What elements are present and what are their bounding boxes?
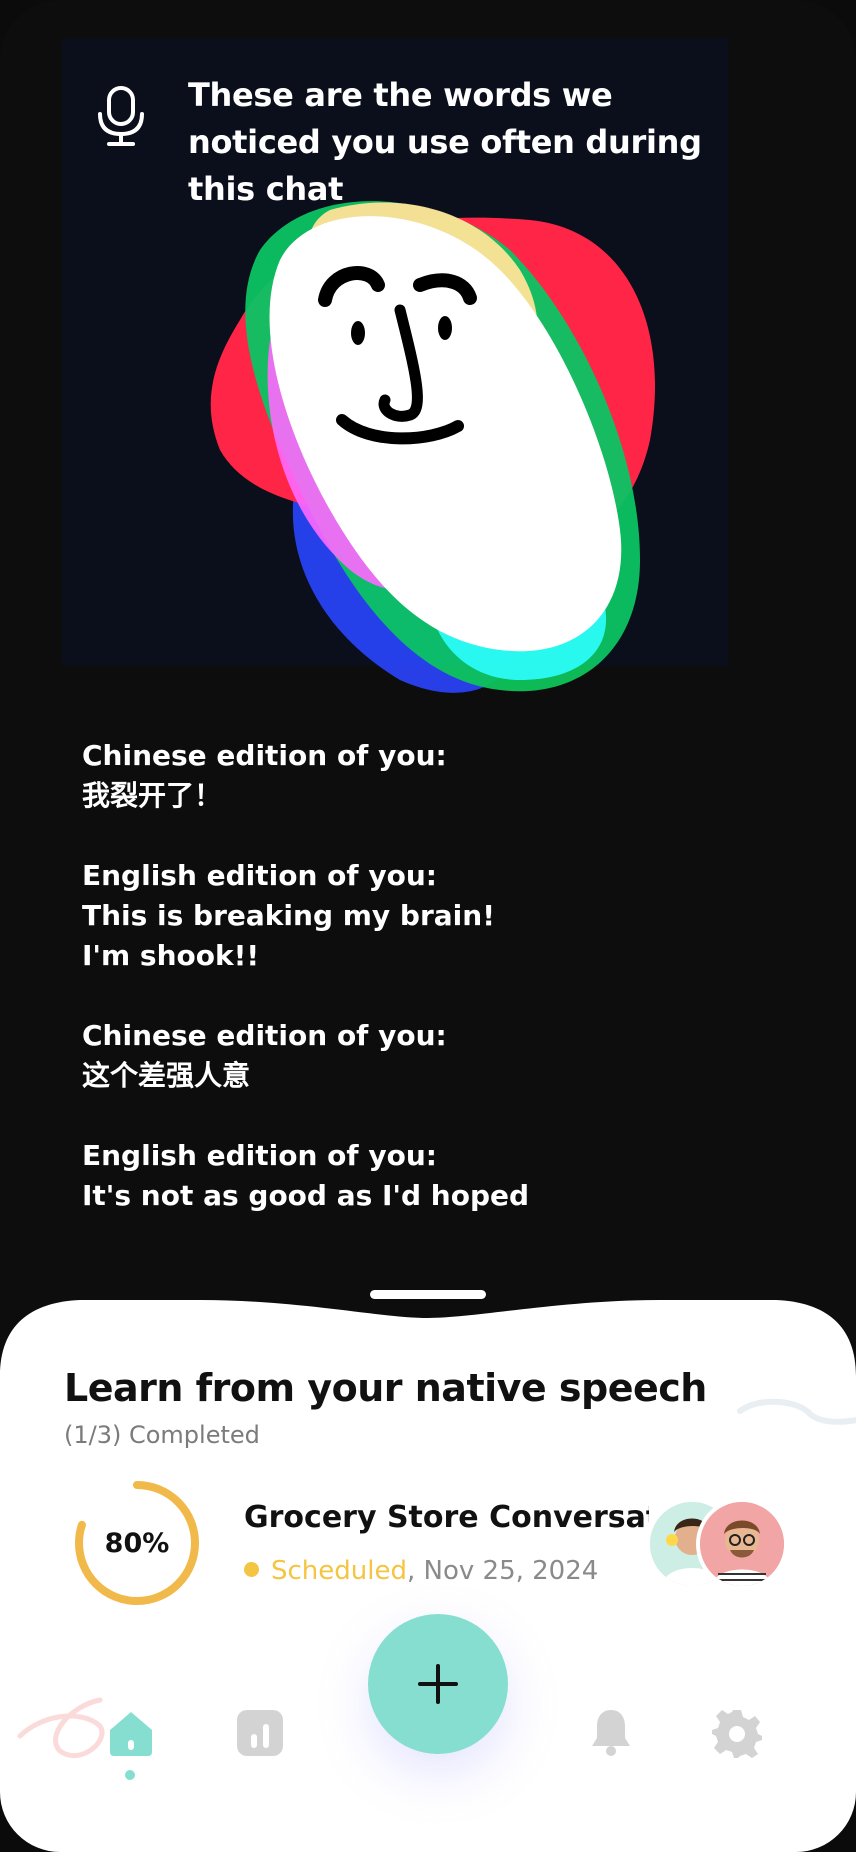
avatar[interactable] (696, 1498, 788, 1590)
stats-icon[interactable] (237, 1710, 283, 1756)
transcript-block: Chinese edition of you: 我裂开了！ (82, 736, 722, 816)
transcript-block: English edition of you: It's not as good… (82, 1136, 722, 1216)
transcript-label: English edition of you: (82, 859, 437, 892)
gear-icon[interactable] (712, 1708, 762, 1758)
add-button[interactable] (368, 1614, 508, 1754)
progress-label: 80% (104, 1527, 170, 1559)
microphone-icon[interactable] (95, 86, 147, 148)
add-icon (418, 1664, 458, 1704)
transcript: Chinese edition of you: 我裂开了！ English ed… (82, 736, 722, 1256)
transcript-block: English edition of you: This is breaking… (82, 856, 722, 976)
transcript-label: Chinese edition of you: (82, 739, 447, 772)
status-label: Scheduled (271, 1556, 407, 1586)
status-dot (244, 1562, 259, 1577)
conversation-date: , Nov 25, 2024 (406, 1556, 599, 1586)
transcript-line: This is breaking my brain! (82, 899, 495, 932)
transcript-line: 这个差强人意 (82, 1059, 251, 1092)
sheet-subtitle: (1/3) Completed (64, 1421, 260, 1449)
transcript-line: It's not as good as I'd hoped (82, 1179, 530, 1212)
transcript-line: 我裂开了！ (82, 779, 223, 812)
home-icon[interactable] (106, 1708, 156, 1758)
transcript-line: I'm shook!! (82, 939, 260, 972)
transcript-block: Chinese edition of you: 这个差强人意 (82, 1016, 722, 1096)
phone-screen: These are the words we noticed you use o… (0, 0, 856, 1852)
transcript-label: Chinese edition of you: (82, 1019, 447, 1052)
mascot-face-illustration (210, 201, 655, 693)
active-indicator (125, 1770, 135, 1780)
sheet-drag-handle[interactable] (370, 1290, 486, 1299)
bell-icon[interactable] (590, 1708, 632, 1756)
transcript-label: English edition of you: (82, 1139, 437, 1172)
conversation-title[interactable]: Grocery Store Conversation (244, 1500, 649, 1535)
conversation-status: Scheduled, Nov 25, 2024 (244, 1556, 598, 1586)
sheet-title: Learn from your native speech (64, 1366, 707, 1410)
